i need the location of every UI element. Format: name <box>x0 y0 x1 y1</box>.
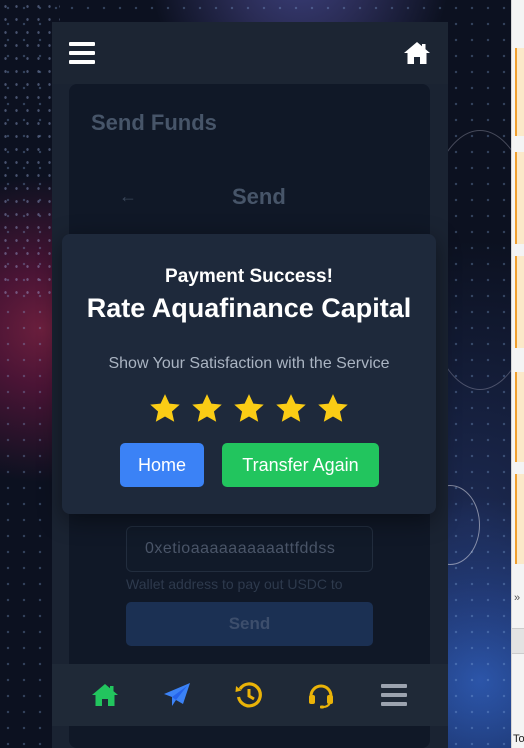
star-icon[interactable] <box>232 392 266 426</box>
wallet-address-hint: Wallet address to pay out USDC to <box>126 576 343 592</box>
menu-icon[interactable] <box>69 40 95 66</box>
top-bar <box>52 22 448 84</box>
star-icon[interactable] <box>274 392 308 426</box>
back-arrow-icon[interactable]: ← <box>119 186 137 207</box>
rating-modal: Payment Success! Rate Aquafinance Capita… <box>62 234 436 514</box>
nav-menu-icon[interactable] <box>377 678 411 712</box>
star-dots-left <box>0 0 60 300</box>
bottom-nav <box>52 664 448 726</box>
transfer-again-button[interactable]: Transfer Again <box>222 443 379 487</box>
modal-subtitle: Show Your Satisfaction with the Service <box>108 355 390 372</box>
star-icon[interactable] <box>316 392 350 426</box>
adjacent-window-strip: » To <box>511 0 524 748</box>
nav-history-icon[interactable] <box>232 678 266 712</box>
warning-marker <box>515 474 524 564</box>
nav-send-icon[interactable] <box>160 678 194 712</box>
send-button[interactable]: Send <box>126 602 373 646</box>
star-icon[interactable] <box>190 392 224 426</box>
modal-title: Rate Aquafinance Capital <box>86 293 412 323</box>
home-button[interactable]: Home <box>120 443 204 487</box>
wallet-address-input[interactable] <box>126 526 373 572</box>
payment-status: Payment Success! <box>165 266 333 287</box>
nav-support-icon[interactable] <box>304 678 338 712</box>
nav-home-icon[interactable] <box>88 678 122 712</box>
strip-bar[interactable] <box>512 628 524 654</box>
home-icon[interactable] <box>402 40 432 66</box>
warning-marker <box>515 256 524 348</box>
card-title: Send Funds <box>91 110 217 135</box>
warning-marker <box>515 372 524 462</box>
star-rating <box>148 392 358 428</box>
warning-marker <box>515 48 524 136</box>
expand-chevron-icon[interactable]: » <box>514 592 520 604</box>
star-icon[interactable] <box>148 392 182 426</box>
strip-label: To <box>513 733 524 745</box>
send-heading: Send <box>232 184 286 209</box>
warning-marker <box>515 152 524 244</box>
